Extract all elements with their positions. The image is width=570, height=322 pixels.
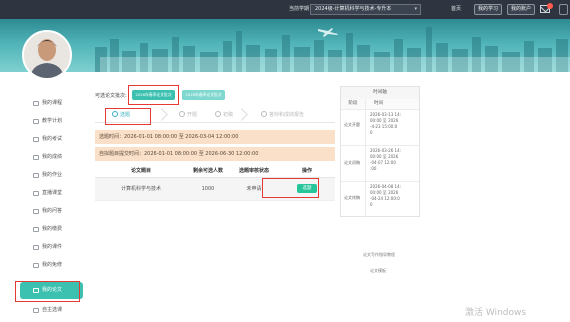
current-term-label: 当前学期 [289, 6, 310, 12]
sidebar-item-homework[interactable]: 我的作业 [20, 167, 83, 184]
header-banner [0, 19, 570, 72]
select-period-notice: 选题时间：2026-01-01 08:00:00 至 2026-03-04 12… [95, 130, 335, 144]
timeline-time: 2026-03-13 14: 00:00 至 2026 -4-23 15:00:… [370, 112, 401, 135]
homework-icon [33, 173, 39, 178]
sidebar-item-courseware[interactable]: 我的课件 [20, 239, 83, 256]
sidebar-item-courses[interactable]: 我的课程 [20, 95, 83, 112]
timeline-time: 2026-03-26 14: 00:00 至 2026 -04-07 12:00… [370, 148, 401, 171]
sidebar-item-exemption[interactable]: 我的免修 [20, 257, 83, 274]
thesis-guide-link[interactable]: 论文写作指导教程 [363, 252, 395, 258]
timeline-stage-header: 阶段 [341, 99, 365, 109]
question-icon [33, 209, 39, 214]
step-dot [179, 111, 185, 117]
timeline-time-header: 时间 [366, 99, 419, 109]
cell-remaining: 1000 [187, 177, 229, 201]
sidebar-item-course-selection[interactable]: 自主选课 [20, 302, 83, 319]
highlight-step [105, 108, 151, 125]
step-dot [261, 111, 267, 117]
user-portrait [24, 32, 70, 78]
timeline-time: 2026-04-08 14: 00:00 至 2026 -04-24 12:00… [370, 184, 401, 207]
shield-icon [33, 263, 39, 268]
top-bar: 当前学期 2024级-计算机科学与技术-专升本 ▾ 首页 我的学习 我的账户 [0, 0, 570, 19]
wallet-icon [33, 227, 39, 232]
col-action-header: 操作 [279, 165, 335, 178]
timeline-stage: 论文终稿 [344, 195, 360, 200]
thesis-template-link[interactable]: 论文模板 [370, 268, 386, 274]
my-account-button[interactable]: 我的账户 [507, 4, 535, 15]
step-dot [215, 111, 221, 117]
highlight-select-button [262, 178, 319, 198]
exam-icon [33, 137, 39, 142]
timeline-stage: 论文开题 [344, 122, 360, 127]
col-status-header: 选题审核状态 [229, 165, 279, 178]
my-study-button[interactable]: 我的学习 [474, 4, 502, 15]
term-select[interactable]: 2024级-计算机科学与技术-专升本 ▾ [310, 4, 421, 15]
step-separator [155, 108, 168, 121]
home-link[interactable]: 首页 [451, 5, 461, 14]
row-divider [341, 145, 419, 146]
step-separator [235, 108, 248, 121]
video-icon [33, 191, 39, 196]
row-divider [341, 109, 419, 110]
overflow-button[interactable] [559, 4, 568, 15]
checklist-icon [33, 308, 39, 313]
book-icon [33, 101, 39, 106]
app-root: 当前学期 2024级-计算机科学与技术-专升本 ▾ 首页 我的学习 我的账户 我… [0, 0, 570, 322]
step-draft[interactable]: 初稿 [215, 111, 233, 120]
sidebar-item-exams[interactable]: 我的考试 [20, 131, 83, 148]
highlight-thesis-menu [15, 281, 80, 302]
folder-icon [33, 245, 39, 250]
avatar[interactable] [22, 30, 72, 80]
col-remaining-header: 剩余可选人数 [187, 165, 229, 178]
city-skyline-illustration [95, 27, 570, 72]
timeline-stage: 论文初稿 [344, 160, 360, 165]
step-defense[interactable]: 答辩和成绩报告 [261, 111, 304, 120]
sidebar-item-teaching-plan[interactable]: 教学计划 [20, 113, 83, 130]
row-divider [341, 181, 419, 182]
chart-icon [33, 155, 39, 160]
sidebar-item-grades[interactable]: 我的成绩 [20, 149, 83, 166]
chevron-down-icon: ▾ [414, 6, 417, 12]
notification-badge [547, 3, 553, 9]
sidebar-item-payment[interactable]: 我的缴费 [20, 221, 83, 238]
batch-button[interactable]: 2026年春季论文批次 [182, 90, 225, 100]
cell-title: 计算机科学与技术 [95, 177, 187, 201]
timeline-divider [365, 99, 366, 217]
col-title-header: 论文题目 [95, 165, 187, 178]
term-select-value: 2024级-计算机科学与技术-专升本 [315, 6, 392, 12]
self-topic-period-notice: 自拟题目提交时间：2026-01-01 08:00:00 至 2026-06-3… [95, 147, 335, 161]
sidebar-item-live-class[interactable]: 直播课堂 [20, 185, 83, 202]
timeline-panel: 时间轴 阶段 时间 论文开题 2026-03-13 14: 00:00 至 20… [340, 86, 420, 217]
batch-label: 可选论文批次: [95, 93, 127, 99]
timeline-title: 时间轴 [341, 87, 419, 99]
windows-activation-watermark: 激活 Windows [465, 308, 527, 318]
step-proposal[interactable]: 开题 [179, 111, 197, 120]
calendar-icon [33, 119, 39, 124]
airplane-icon [318, 28, 338, 37]
highlight-batch [128, 85, 179, 105]
sidebar-item-qa[interactable]: 我的问答 [20, 203, 83, 220]
